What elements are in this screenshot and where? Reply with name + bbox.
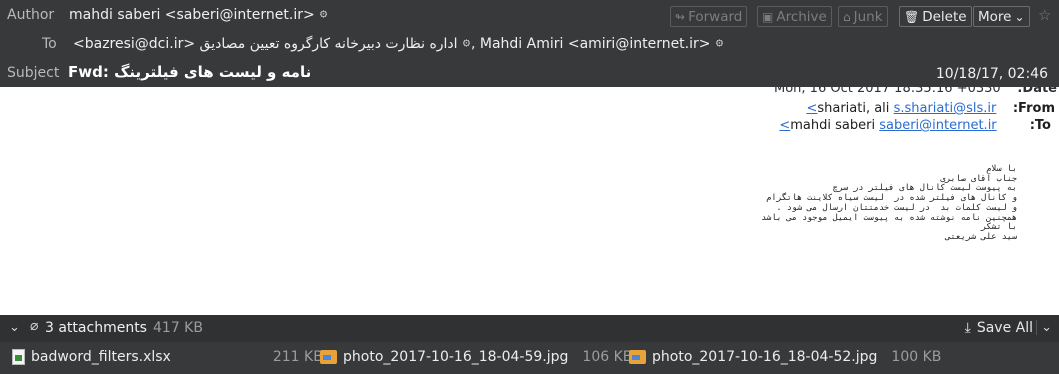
message-body: Mon, 16 Oct 2017 18:35:16 +0330 :Date <s… <box>0 87 1059 342</box>
save-all-button[interactable]: ⤓ Save All <box>965 320 1033 336</box>
from-email-link[interactable]: s.shariati@sls.ir <box>894 101 997 116</box>
save-all-menu-button[interactable]: ⌄ <box>1036 320 1052 335</box>
message-text: با سلام جناب آقای صابری به پیوست لیست کانا… <box>761 164 1017 243</box>
image-icon <box>629 350 646 364</box>
spreadsheet-icon <box>12 349 25 365</box>
junk-icon: ⌂ <box>843 9 851 24</box>
attachment-size: 211 KB <box>272 349 323 365</box>
attachment-name: badword_filters.xlsx <box>31 349 171 365</box>
junk-button[interactable]: ⌂ Junk <box>838 6 888 27</box>
chevron-down-icon[interactable]: ⌄ <box>9 320 20 335</box>
to-label: To <box>42 36 57 52</box>
author-label: Author <box>7 7 55 23</box>
message-line: سید علی شریعتی <box>945 231 1017 242</box>
forward-button[interactable]: ↬ Forward <box>670 6 748 27</box>
to-row: To اداره نظارت دبیرخانه کارگروه تعیین مص… <box>0 29 1059 82</box>
forwarded-from: <shariati, ali s.shariati@sls.ir :From <box>806 101 1055 116</box>
attachment-name: photo_2017-10-16_18-04-59.jpg <box>343 349 569 365</box>
attachment-name: photo_2017-10-16_18-04-52.jpg <box>652 349 878 365</box>
attachment-count: 3 attachments <box>45 320 147 336</box>
paperclip-icon: ⌀ <box>30 318 39 334</box>
attachment-header[interactable]: ⌄ ⌀ 3 attachments 417 KB ⤓ Save All ⌄ <box>0 315 1059 342</box>
contact-icon[interactable]: ⚙ <box>462 39 471 50</box>
attachment-item[interactable]: badword_filters.xlsx 211 KB <box>12 349 323 365</box>
download-icon: ⤓ <box>964 320 971 336</box>
attachment-item[interactable]: photo_2017-10-16_18-04-59.jpg 106 KB <box>320 349 632 365</box>
contact-icon[interactable]: ⚙ <box>715 39 724 50</box>
message-header: Author mahdi saberi <saberi@internet.ir>… <box>0 0 1059 87</box>
forwarded-date-line: Mon, 16 Oct 2017 18:35:16 +0330 :Date <box>774 87 1057 96</box>
attachment-size: 106 KB <box>582 349 633 365</box>
subject-label: Subject <box>7 65 60 81</box>
archive-icon: ▣ <box>762 9 774 24</box>
attachment-size: 100 KB <box>891 349 942 365</box>
author-row: Author mahdi saberi <saberi@internet.ir>… <box>0 0 1059 29</box>
attachment-item[interactable]: photo_2017-10-16_18-04-52.jpg 100 KB <box>629 349 941 365</box>
to-email-link[interactable]: saberi@internet.ir <box>879 118 996 133</box>
subject-value: Fwd: نامه و لیست های فیلترینگ <box>68 63 312 81</box>
author-value[interactable]: mahdi saberi <saberi@internet.ir> ⚙ <box>69 7 328 23</box>
image-icon <box>320 350 337 364</box>
to-value[interactable]: اداره نظارت دبیرخانه کارگروه تعیین مصادی… <box>73 36 724 52</box>
contact-icon[interactable]: ⚙ <box>319 10 328 21</box>
more-button[interactable]: More ⌄ <box>973 6 1030 27</box>
trash-icon: 🗑 <box>904 9 920 24</box>
attachment-list: ⌄ ⌀ 3 attachments 417 KB ⤓ Save All ⌄ bad… <box>0 315 1059 374</box>
chevron-down-icon: ⌄ <box>1014 9 1025 24</box>
forward-icon: ↬ <box>675 9 686 24</box>
from-name-link[interactable]: < <box>806 101 817 116</box>
star-icon[interactable]: ☆ <box>1038 6 1051 24</box>
subject-row: Subject Fwd: نامه و لیست های فیلترینگ <box>0 58 1059 87</box>
delete-button[interactable]: 🗑 Delete <box>899 6 972 27</box>
message-line: همچنین نامه نوشته شده به پیوست ایمیل موج… <box>761 212 1017 223</box>
to-name-link[interactable]: < <box>779 118 790 133</box>
attachment-total-size: 417 KB <box>153 320 203 336</box>
archive-button[interactable]: ▣ Archive <box>757 6 832 27</box>
forwarded-to: <mahdi saberi saberi@internet.ir :To <box>779 118 1051 133</box>
